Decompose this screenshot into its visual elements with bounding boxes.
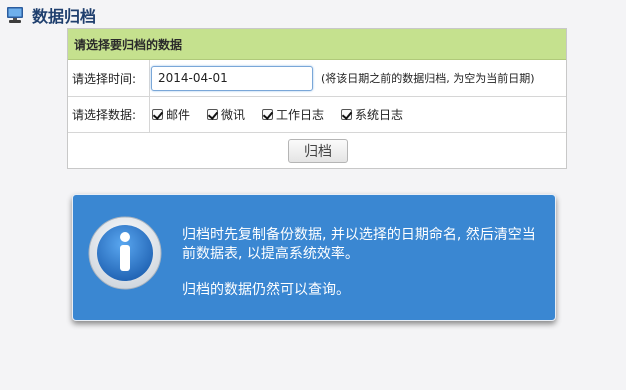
page-header: 数据归档: [6, 4, 96, 26]
data-types-row: 请选择数据: 邮件 微讯 工作日志 系统日志: [68, 97, 566, 133]
info-line-1: 归档时先复制备份数据, 并以选择的日期命名, 然后清空当前数据表, 以提高系统效…: [182, 227, 536, 262]
checkbox-label: 工作日志: [276, 108, 325, 122]
info-box: 归档时先复制备份数据, 并以选择的日期命名, 然后清空当前数据表, 以提高系统效…: [72, 194, 556, 321]
form-header: 请选择要归档的数据: [68, 29, 566, 60]
submit-row: 归档: [68, 133, 566, 168]
date-label: 请选择时间:: [68, 60, 150, 96]
checkbox-label: 邮件: [166, 108, 191, 122]
info-text: 归档时先复制备份数据, 并以选择的日期命名, 然后清空当前数据表, 以提高系统效…: [182, 226, 542, 300]
info-line-2: 归档的数据仍然可以查询。: [182, 282, 350, 298]
checkmark-icon[interactable]: [262, 109, 274, 120]
checkmark-icon[interactable]: [341, 109, 353, 120]
date-input[interactable]: [151, 65, 313, 91]
checkbox-label: 系统日志: [355, 108, 404, 122]
checkbox-label: 微讯: [221, 108, 246, 122]
archive-form: 请选择要归档的数据 请选择时间: (将该日期之前的数据归档, 为空为当前日期) …: [67, 28, 567, 169]
checkbox-work-log[interactable]: 工作日志: [262, 106, 324, 123]
data-types-label: 请选择数据:: [68, 97, 150, 132]
archive-button[interactable]: 归档: [288, 138, 348, 163]
info-icon: [88, 216, 162, 290]
checkbox-microsms[interactable]: 微讯: [207, 106, 245, 123]
checkmark-icon[interactable]: [152, 109, 163, 120]
date-hint: (将该日期之前的数据归档, 为空为当前日期): [321, 72, 535, 85]
checkmark-icon[interactable]: [207, 109, 219, 120]
data-types-options: 邮件 微讯 工作日志 系统日志: [150, 106, 420, 123]
checkbox-mail[interactable]: 邮件: [152, 106, 190, 123]
checkbox-system-log[interactable]: 系统日志: [341, 106, 403, 123]
page-title: 数据归档: [32, 7, 97, 26]
date-row: 请选择时间: (将该日期之前的数据归档, 为空为当前日期): [68, 60, 566, 97]
computer-icon: [7, 7, 23, 23]
